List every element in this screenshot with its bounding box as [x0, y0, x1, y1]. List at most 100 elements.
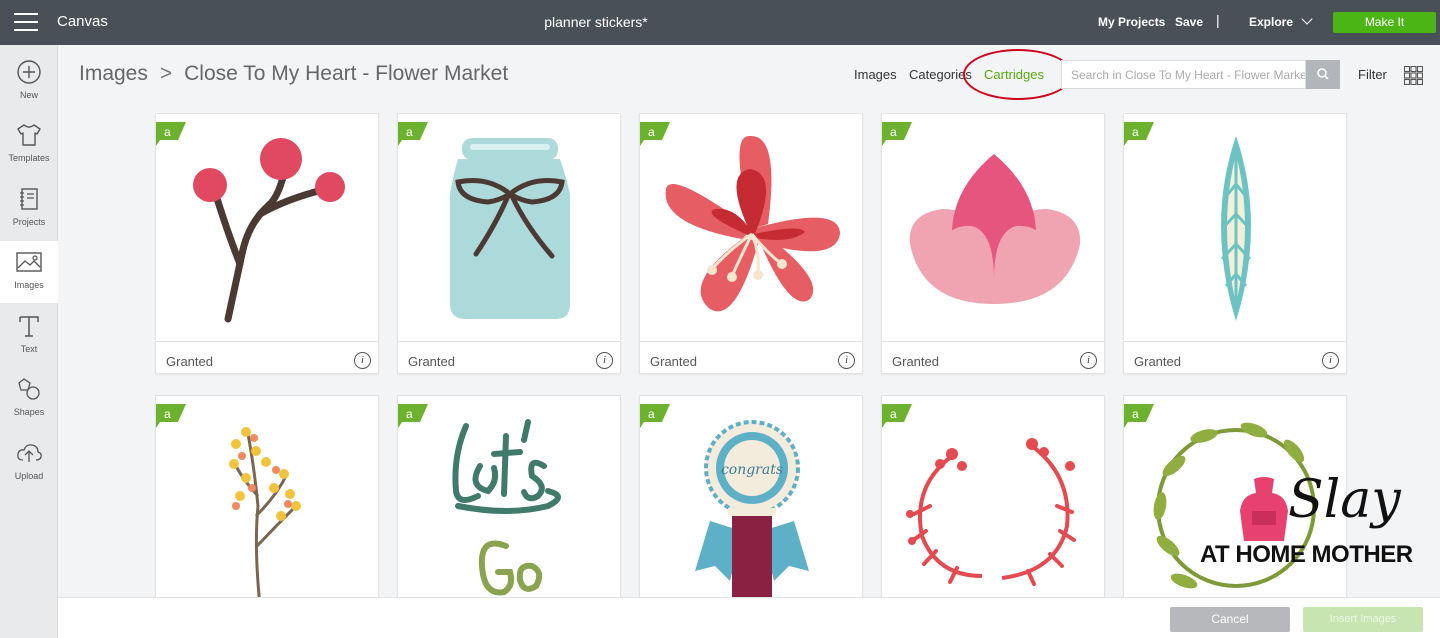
card-footer: Granted i [398, 341, 620, 373]
search-button[interactable] [1306, 60, 1340, 89]
svg-text:a: a [1132, 125, 1139, 139]
svg-text:a: a [164, 407, 171, 421]
access-badge-icon: a [1124, 122, 1154, 146]
left-sidebar: New Templates Projects Images Text Shape… [0, 45, 58, 638]
breadcrumb-current: Close To My Heart - Flower Market [184, 62, 509, 85]
card-status: Granted [166, 354, 213, 369]
sidebar-item-new[interactable]: New [0, 51, 58, 113]
image-card[interactable]: a [155, 395, 379, 605]
explore-label: Explore [1249, 15, 1294, 29]
sidebar-label: Projects [12, 217, 46, 227]
card-footer: Granted i [640, 341, 862, 373]
access-badge-icon: a [156, 404, 186, 428]
cancel-button[interactable]: Cancel [1170, 607, 1290, 632]
svg-text:a: a [648, 125, 655, 139]
svg-text:congrats: congrats [721, 462, 783, 478]
pink-lotus-image [909, 154, 1081, 304]
breadcrumb-separator: > [159, 62, 173, 85]
image-card[interactable]: a Granted i [155, 113, 379, 374]
card-status: Granted [1134, 354, 1181, 369]
search-icon [1317, 68, 1329, 80]
red-berries-branch-image [193, 138, 345, 323]
image-card[interactable]: a Granted i [639, 113, 863, 374]
sidebar-item-templates[interactable]: Templates [0, 114, 58, 176]
sidebar-label: New [19, 90, 38, 100]
card-footer: Granted i [156, 341, 378, 373]
watermark-logo: Slay AT HOME MOTHER [1198, 470, 1433, 580]
svg-text:a: a [1132, 407, 1139, 421]
card-status: Granted [892, 354, 939, 369]
top-bar: Canvas planner stickers* My Projects Sav… [0, 0, 1440, 45]
shapes-icon [18, 378, 40, 400]
chevron-down-icon [1301, 13, 1313, 25]
sidebar-item-shapes[interactable]: Shapes [0, 368, 58, 430]
grid-view-icon[interactable] [1404, 66, 1423, 85]
sidebar-item-upload[interactable]: Upload [0, 432, 58, 494]
sidebar-item-text[interactable]: Text [0, 305, 58, 367]
image-card[interactable]: congrats a [639, 395, 863, 605]
project-title[interactable]: planner stickers* [0, 14, 1192, 30]
access-badge-icon: a [1124, 404, 1154, 428]
tab-images[interactable]: Images [854, 67, 897, 82]
lets-go-lettering-image [452, 419, 561, 596]
sidebar-label: Templates [8, 153, 50, 163]
cloud-upload-icon [17, 444, 42, 462]
sidebar-label: Images [14, 280, 44, 290]
insert-images-button[interactable]: Insert Images [1303, 607, 1423, 632]
apron-icon [1240, 477, 1288, 541]
sidebar-item-images[interactable]: Images [0, 241, 58, 303]
svg-text:a: a [406, 125, 413, 139]
card-footer: Granted i [1124, 341, 1346, 373]
sidebar-label: Text [20, 344, 38, 354]
card-footer: Granted i [882, 341, 1104, 373]
watermark-subtitle: AT HOME MOTHER [1200, 541, 1413, 568]
image-icon [16, 252, 42, 272]
make-it-button[interactable]: Make It [1333, 12, 1436, 33]
access-badge-icon: a [882, 404, 912, 428]
svg-text:a: a [164, 125, 171, 139]
svg-text:a: a [890, 125, 897, 139]
info-icon[interactable]: i [596, 352, 613, 369]
top-separator: | [1216, 12, 1220, 28]
card-status: Granted [408, 354, 455, 369]
svg-text:a: a [890, 407, 897, 421]
notebook-icon [20, 188, 38, 210]
image-card[interactable]: a Granted i [881, 113, 1105, 374]
image-card[interactable]: a [397, 395, 621, 605]
save-link[interactable]: Save [1175, 15, 1203, 29]
my-projects-link[interactable]: My Projects [1098, 15, 1165, 29]
card-status: Granted [650, 354, 697, 369]
info-icon[interactable]: i [838, 352, 855, 369]
red-lily-flower-image [665, 135, 840, 312]
breadcrumb-images-link[interactable]: Images [79, 62, 148, 85]
svg-text:a: a [648, 407, 655, 421]
watermark-slay: Slay [1288, 470, 1401, 530]
access-badge-icon: a [156, 122, 186, 146]
filter-button[interactable]: Filter [1358, 67, 1387, 82]
plus-circle-icon [17, 60, 41, 84]
yellow-berry-twig-image [229, 427, 301, 604]
access-badge-icon: a [398, 404, 428, 428]
svg-text:a: a [406, 407, 413, 421]
access-badge-icon: a [640, 122, 670, 146]
info-icon[interactable]: i [1080, 352, 1097, 369]
info-icon[interactable]: i [1322, 352, 1339, 369]
text-t-icon [19, 316, 39, 337]
congrats-ribbon-badge-image: congrats [695, 420, 809, 604]
sidebar-label: Shapes [13, 407, 45, 417]
access-badge-icon: a [882, 122, 912, 146]
info-icon[interactable]: i [354, 352, 371, 369]
explore-menu[interactable]: Explore [1249, 13, 1313, 29]
annotation-circle [963, 49, 1073, 100]
search-input[interactable]: Search in Close To My Heart - Flower Mar… [1061, 60, 1306, 89]
image-card[interactable]: a [881, 395, 1105, 605]
red-floral-wreath-image [906, 438, 1076, 586]
access-badge-icon: a [398, 122, 428, 146]
image-card[interactable]: a Granted i [1123, 113, 1347, 374]
mason-jar-with-bow-image [450, 138, 570, 319]
access-badge-icon: a [640, 404, 670, 428]
sidebar-item-projects[interactable]: Projects [0, 178, 58, 240]
sidebar-label: Upload [14, 471, 44, 481]
breadcrumb: Images > Close To My Heart - Flower Market [79, 62, 508, 86]
image-card[interactable]: a Granted i [397, 113, 621, 374]
